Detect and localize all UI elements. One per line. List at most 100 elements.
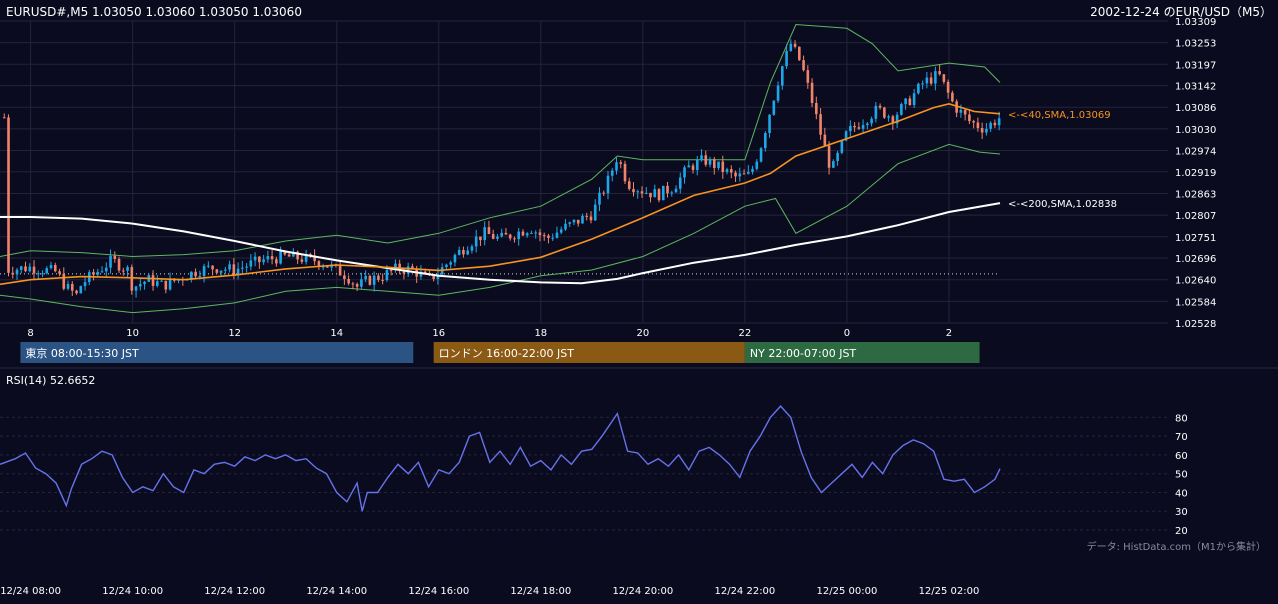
candle-up [866,123,869,126]
x-tick-label: 2 [946,328,952,339]
candle-up [551,237,555,239]
candle-up [496,236,499,239]
candle-down [938,71,941,75]
candle-up [861,125,865,129]
candle-up [772,100,776,115]
candle-down [347,279,350,284]
candle-up [904,98,907,105]
y-tick-label: 1.03197 [1175,60,1216,71]
candle-up [768,114,771,134]
candle-down [827,145,831,168]
candle-up [83,282,87,287]
candle-down [857,127,861,129]
y-tick-label: 1.02919 [1175,168,1216,179]
candle-down [627,181,631,189]
candle-down [355,284,359,287]
candle-up [445,264,448,268]
candle-up [104,267,108,272]
candle-down [972,121,975,123]
candle-down [657,189,661,201]
candle-down [793,43,797,47]
candle-down [585,215,589,217]
candle-up [457,249,461,255]
rsi-y-tick-label: 70 [1175,432,1188,443]
candle-up [934,71,937,84]
candle-up [66,283,70,289]
rsi-y-tick-label: 50 [1175,470,1188,481]
candle-up [849,125,852,132]
candle-up [202,266,206,276]
candle-up [449,262,452,265]
candle-up [79,286,83,294]
candle-down [729,169,733,173]
y-tick-label: 1.02807 [1175,211,1216,222]
candle-up [755,161,759,169]
candle-up [593,204,597,221]
candle-up [45,268,49,274]
candle-down [462,249,465,255]
session-label: ロンドン 16:00-22:00 JST [439,347,575,360]
session-label: 東京 08:00-15:30 JST [25,346,139,360]
candle-down [151,275,155,286]
candle-down [351,283,355,285]
candle-up [887,116,890,118]
rsi-label: RSI(14) 52.6652 [6,374,95,387]
candle-down [121,270,125,272]
candle-down [194,271,197,277]
candle-down [513,238,516,240]
candle-down [632,188,635,193]
candle-up [453,254,457,263]
candle-up [126,267,129,271]
x-tick-label: 22 [739,328,752,339]
candle-down [666,185,669,194]
rsi-x-tick-label: 12/24 08:00 [0,586,61,597]
candle-down [377,275,380,280]
candle-down [946,81,950,93]
candle-down [993,122,997,126]
rsi-x-tick-label: 12/25 00:00 [817,586,878,597]
y-tick-label: 1.02696 [1175,254,1216,265]
x-tick-label: 20 [636,328,649,339]
rsi-y-tick-label: 30 [1175,507,1188,518]
x-tick-label: 18 [534,328,547,339]
candle-up [610,170,614,176]
candle-up [224,269,227,271]
candle-up [989,122,992,129]
candle-up [985,128,988,133]
candle-down [215,269,219,273]
candle-up [832,161,835,168]
rsi-x-tick-label: 12/24 18:00 [510,586,571,597]
candle-down [62,273,66,289]
candle-down [806,70,810,83]
candle-down [287,254,291,257]
candle-down [942,74,946,82]
candle-down [798,46,801,61]
candle-down [53,265,57,272]
candle-down [381,279,384,281]
candle-up [785,50,788,67]
candle-down [32,266,36,274]
candle-up [139,284,142,287]
candle-down [883,107,886,118]
candle-up [41,273,44,275]
candle-up [912,93,916,106]
candle-up [253,256,257,261]
candle-up [470,246,474,251]
chart-canvas: <-<40,SMA,1.03069 <-<200,SMA,1.02838 8 10 1… [0,0,1278,600]
candle-down [7,117,10,273]
candle-down [691,165,695,170]
candle-up [683,167,686,178]
candle-up [466,250,469,255]
candle-down [721,161,725,172]
candle-down [980,128,984,133]
candle-down [11,272,15,275]
candle-up [219,270,223,273]
y-tick-label: 1.02584 [1175,297,1216,308]
rsi-x-tick-label: 12/25 02:00 [919,586,980,597]
candle-up [236,268,240,275]
candle-down [92,272,95,275]
candle-down [542,235,546,237]
candle-down [704,155,708,165]
candle-down [2,117,6,119]
candle-up [555,232,559,238]
